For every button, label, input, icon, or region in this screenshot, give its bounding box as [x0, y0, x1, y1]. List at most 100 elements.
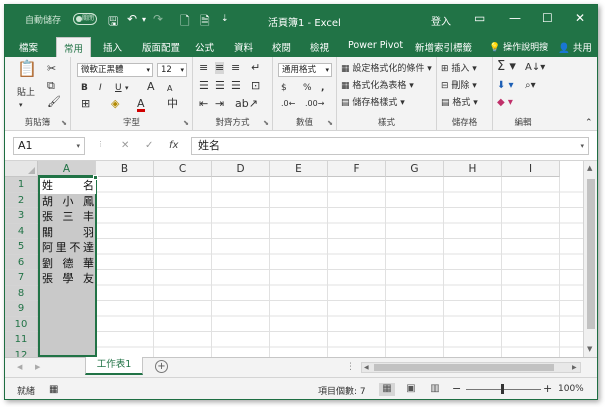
collapse-ribbon-icon[interactable]: ⌃: [585, 117, 593, 129]
cancel-entry-icon[interactable]: ✕: [121, 140, 129, 151]
insert-function-button[interactable]: fx: [169, 140, 178, 151]
cell-a3[interactable]: 張三丰: [40, 209, 96, 225]
borders-icon[interactable]: ⊞: [81, 98, 90, 110]
sign-in-link[interactable]: 登入: [431, 13, 451, 28]
bold-button[interactable]: B: [81, 82, 88, 94]
align-left-icon[interactable]: ☰: [199, 80, 209, 92]
font-size-select[interactable]: 12 ▾: [157, 63, 187, 77]
column-header-c[interactable]: C: [154, 161, 212, 177]
format-painter-icon[interactable]: 🖌: [47, 96, 61, 108]
prev-sheet-icon[interactable]: ◀: [17, 363, 22, 371]
decrease-indent-icon[interactable]: ⇤: [199, 98, 208, 110]
row-header-2[interactable]: 2: [5, 192, 38, 208]
scroll-left-icon[interactable]: ◀: [364, 364, 369, 371]
tab-home[interactable]: 常用: [56, 37, 92, 57]
horizontal-scroll-thumb[interactable]: [374, 364, 554, 371]
align-right-icon[interactable]: ☰: [231, 80, 241, 92]
tell-me-search[interactable]: 💡 操作說明搜: [489, 40, 548, 53]
tab-data[interactable]: 資料: [234, 40, 253, 54]
sort-filter-icon[interactable]: A↓▾: [525, 62, 545, 74]
row-header-9[interactable]: 9: [5, 301, 38, 317]
phonetic-icon[interactable]: 中: [167, 98, 178, 110]
tab-page-layout[interactable]: 版面配置: [142, 40, 180, 54]
row-header-6[interactable]: 6: [5, 254, 38, 270]
formula-input[interactable]: 姓名 ▾: [191, 137, 589, 155]
number-launcher-icon[interactable]: ⬊: [327, 119, 333, 127]
column-header-e[interactable]: E: [270, 161, 328, 177]
paste-dropdown-icon[interactable]: ▾: [19, 99, 23, 111]
scroll-down-icon[interactable]: ▼: [587, 345, 592, 353]
tab-formulas[interactable]: 公式: [195, 40, 214, 54]
zoom-in-icon[interactable]: +: [543, 382, 552, 395]
underline-button[interactable]: U: [115, 82, 122, 94]
next-sheet-icon[interactable]: ▶: [35, 363, 40, 371]
tab-file[interactable]: 檔案: [19, 40, 38, 54]
ribbon-display-icon[interactable]: ▭: [474, 11, 485, 25]
comma-button[interactable]: ,: [321, 82, 324, 94]
vertical-scroll-thumb[interactable]: [587, 179, 595, 329]
column-header-h[interactable]: H: [444, 161, 502, 177]
tab-new-tab[interactable]: 新增索引標籤: [415, 40, 472, 54]
row-header-1[interactable]: 1: [5, 177, 38, 193]
paste-button[interactable]: 貼上: [17, 87, 35, 99]
grow-font-button[interactable]: A: [147, 81, 155, 93]
column-header-f[interactable]: F: [328, 161, 386, 177]
tab-review[interactable]: 校閱: [272, 40, 291, 54]
scroll-right-icon[interactable]: ▶: [572, 364, 577, 371]
increase-decimal-icon[interactable]: .0←: [281, 98, 295, 110]
alignment-launcher-icon[interactable]: ⬊: [263, 119, 269, 127]
font-name-select[interactable]: 微軟正黑體 ▾: [77, 63, 153, 77]
row-header-10[interactable]: 10: [5, 316, 38, 332]
zoom-out-icon[interactable]: −: [452, 382, 461, 395]
confirm-entry-icon[interactable]: ✓: [145, 140, 153, 151]
column-header-i[interactable]: I: [502, 161, 560, 177]
clear-icon[interactable]: ◆ ▾: [497, 97, 513, 109]
scroll-up-icon[interactable]: ▲: [587, 164, 592, 172]
clipboard-launcher-icon[interactable]: ⬊: [61, 119, 67, 127]
worksheet-grid[interactable]: A B C D E F G H I 1 2 3 4 5 6 7 8 9 10 1…: [5, 161, 583, 357]
currency-button[interactable]: $: [281, 82, 287, 94]
autosave-toggle[interactable]: 關閉: [73, 13, 97, 25]
page-break-view-icon[interactable]: ▥: [427, 383, 443, 396]
tab-view[interactable]: 檢視: [310, 40, 329, 54]
minimize-icon[interactable]: —: [509, 11, 521, 25]
add-sheet-icon[interactable]: +: [155, 360, 168, 373]
name-box[interactable]: A1 ▾: [13, 137, 85, 155]
undo-dropdown-icon[interactable]: ▾: [142, 15, 146, 24]
format-cells-button[interactable]: ▤ 格式 ▾: [441, 97, 478, 109]
align-center-icon[interactable]: ☰: [215, 80, 225, 92]
maximize-icon[interactable]: ☐: [542, 11, 553, 25]
align-middle-icon[interactable]: ≡: [215, 62, 225, 74]
cell-a4[interactable]: 關羽: [40, 225, 96, 241]
conditional-formatting-button[interactable]: ▦ 設定格式化的條件 ▾: [341, 63, 432, 75]
italic-button[interactable]: I: [99, 82, 102, 94]
shrink-font-button[interactable]: A: [167, 83, 172, 95]
column-header-g[interactable]: G: [386, 161, 444, 177]
format-as-table-button[interactable]: ▦ 格式化為表格 ▾: [341, 80, 414, 92]
delete-cells-button[interactable]: ⊟ 刪除 ▾: [441, 80, 477, 92]
font-launcher-icon[interactable]: ⬊: [183, 119, 189, 127]
column-header-d[interactable]: D: [212, 161, 270, 177]
cell-a5[interactable]: 阿里不達: [40, 240, 96, 256]
insert-cells-button[interactable]: ⊞ 插入 ▾: [441, 63, 477, 75]
vertical-scrollbar[interactable]: ▲ ▼: [583, 161, 597, 357]
row-header-7[interactable]: 7: [5, 270, 38, 286]
row-header-12[interactable]: 12: [5, 347, 38, 357]
tab-power-pivot[interactable]: Power Pivot: [348, 40, 403, 51]
share-button[interactable]: 👤 共用: [558, 40, 592, 54]
align-top-icon[interactable]: ≡: [199, 62, 208, 74]
orientation-icon[interactable]: ab↗: [235, 98, 258, 110]
column-header-b[interactable]: B: [96, 161, 154, 177]
customize-toolbar-icon[interactable]: ⇣: [221, 14, 229, 24]
tab-split-icon[interactable]: ⋮: [346, 362, 355, 372]
cell-a1[interactable]: 姓名: [40, 178, 96, 194]
row-header-3[interactable]: 3: [5, 208, 38, 224]
new-file-icon[interactable]: 🗋: [180, 12, 190, 33]
find-select-icon[interactable]: ⌕▾: [525, 80, 536, 92]
row-header-5[interactable]: 5: [5, 239, 38, 255]
cell-styles-button[interactable]: ▤ 儲存格樣式 ▾: [341, 97, 405, 109]
zoom-level[interactable]: 100%: [558, 384, 584, 394]
cell-a6[interactable]: 劉德華: [40, 256, 96, 272]
tab-insert[interactable]: 插入: [103, 40, 122, 54]
zoom-slider-knob[interactable]: [501, 384, 504, 394]
